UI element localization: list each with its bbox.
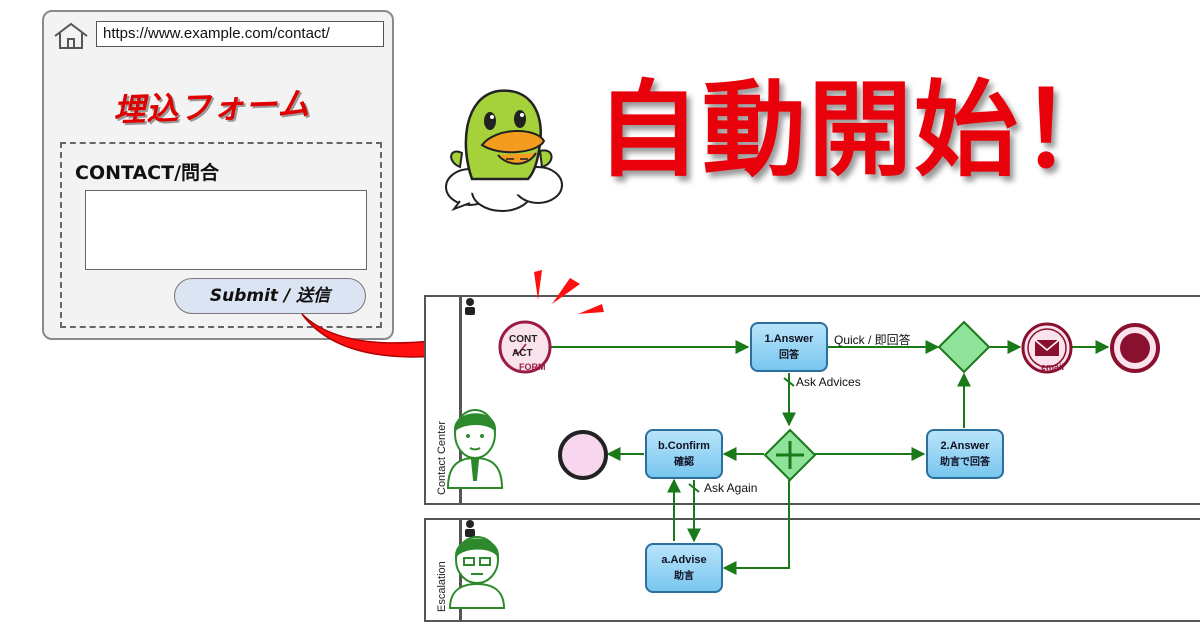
end-event-icon [558, 430, 608, 480]
task-subtitle: 回答 [779, 350, 799, 361]
burst-marks [534, 270, 604, 314]
flow-label-quick: Quick / 即回答 [834, 333, 911, 347]
task-title: 2.Answer [940, 440, 990, 452]
flow-label-ask-again: Ask Again [704, 481, 758, 495]
task-answer-2[interactable]: 2.Answer 助言で回答 [926, 429, 1004, 479]
task-subtitle: 助言で回答 [940, 457, 990, 468]
task-subtitle: 確認 [674, 457, 694, 468]
email-caption: email [1041, 362, 1065, 372]
task-advise[interactable]: a.Advise 助言 [645, 543, 723, 593]
task-title: b.Confirm [658, 440, 710, 452]
task-answer-1[interactable]: 1.Answer 回答 [750, 322, 828, 372]
end-event-icon [1110, 323, 1160, 373]
task-confirm[interactable]: b.Confirm 確認 [645, 429, 723, 479]
task-subtitle: 助言 [674, 571, 694, 582]
parallel-gateway-icon[interactable] [763, 428, 817, 482]
task-title: a.Advise [661, 554, 707, 566]
exclusive-gateway-icon[interactable] [937, 320, 991, 374]
start-event-caption: FORM [519, 362, 546, 372]
flow-label-ask-advices: Ask Advices [796, 375, 861, 389]
task-title: 1.Answer [764, 333, 814, 345]
start-event-line2: ACT [512, 348, 533, 359]
